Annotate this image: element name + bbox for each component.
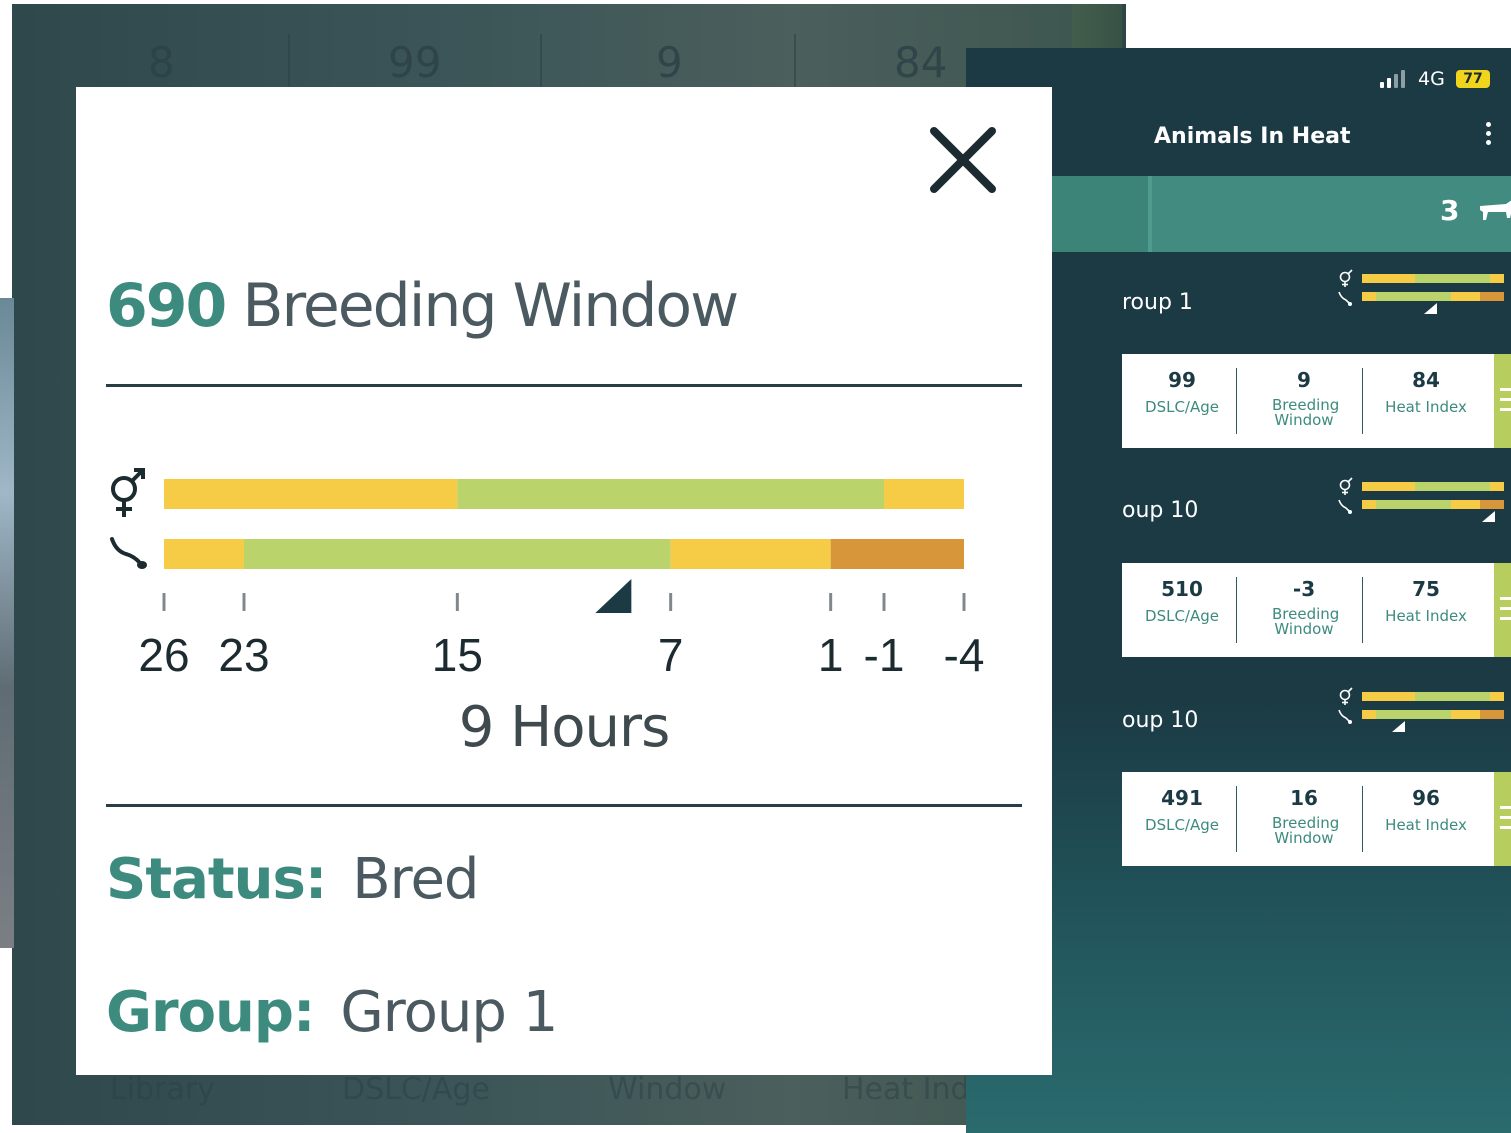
window-segment <box>164 539 244 569</box>
dslc-label: DSLC/Age <box>1145 607 1219 625</box>
background-photo <box>0 298 14 948</box>
network-label: 4G <box>1418 68 1445 90</box>
animal-count: 3 <box>1440 194 1460 227</box>
dslc-column: 491 DSLC/Age <box>1122 772 1242 866</box>
axis-tick-labels: 26 23 15 7 1 -1 -4 <box>138 629 984 681</box>
background-stat: 8 <box>148 38 175 87</box>
window-segment <box>244 539 671 569</box>
female-male-icon <box>1338 687 1353 724</box>
female-window-bar <box>164 479 964 509</box>
background-stat: 99 <box>388 38 442 87</box>
heat-value: 75 <box>1412 577 1440 601</box>
status-key: Status: <box>106 847 327 912</box>
axis-tick-label: 15 <box>432 629 483 681</box>
background-label: Library <box>110 1072 215 1107</box>
app-bar-title: Animals In Heat <box>1154 124 1351 149</box>
heat-value: 96 <box>1412 786 1440 810</box>
status-value: Bred <box>352 847 479 912</box>
heat-label: Heat Index <box>1385 607 1467 625</box>
modal-title-text: Breeding Window <box>242 271 739 341</box>
dslc-value: 99 <box>1168 368 1196 392</box>
dslc-value: 491 <box>1161 786 1203 810</box>
group-line: Group: Group 1 <box>106 980 558 1045</box>
status-line: Status: Bred <box>106 847 479 912</box>
group-key: Group: <box>106 980 315 1045</box>
sperm-icon <box>110 537 147 569</box>
window-label: Breeding Window <box>1272 814 1340 847</box>
heat-column: 75 Heat Index <box>1366 563 1486 657</box>
female-male-icon <box>111 468 145 517</box>
breeding-window-modal: 690 Breeding Window 26 23 15 7 1 -1 -4 9 Hours… <box>76 87 1052 1075</box>
axis-tick-label: 1 <box>818 629 844 681</box>
divider <box>106 384 1022 387</box>
background-stats-row: 8 99 9 84 <box>12 34 1126 104</box>
background-stat: 9 <box>656 38 683 87</box>
group-name: oup 10 <box>1122 498 1199 523</box>
modal-title: 690 Breeding Window <box>106 271 739 341</box>
group-name: roup 1 <box>1122 290 1193 315</box>
dslc-label: DSLC/Age <box>1145 816 1219 834</box>
axis-ticks <box>162 593 966 611</box>
background-stat: 84 <box>894 38 948 87</box>
signal-icon <box>1387 78 1391 88</box>
window-segment <box>670 539 831 569</box>
close-icon[interactable] <box>926 123 1000 197</box>
background-label: DSLC/Age <box>342 1072 490 1107</box>
axis-tick-label: 7 <box>658 629 684 681</box>
group-card[interactable]: 99 DSLC/Age 9 Breeding Window 84 Heat In… <box>1122 354 1494 448</box>
window-value: -3 <box>1292 577 1316 601</box>
group-name: oup 10 <box>1122 708 1199 733</box>
axis-tick-label: -1 <box>864 629 905 681</box>
current-position-marker <box>595 579 632 613</box>
cow-icon <box>1480 200 1511 220</box>
window-column: 16 Breeding Window <box>1244 772 1364 866</box>
dslc-value: 510 <box>1161 577 1203 601</box>
dslc-column: 99 DSLC/Age <box>1122 354 1242 448</box>
window-value: 9 <box>1297 368 1311 392</box>
heat-label: Heat Index <box>1385 398 1467 416</box>
female-male-icon <box>1338 269 1353 306</box>
window-label: Breeding Window <box>1272 396 1340 429</box>
window-segment <box>457 479 884 509</box>
background-label: Window <box>608 1072 727 1107</box>
signal-icon <box>1401 70 1405 88</box>
drag-handle-icon[interactable] <box>1494 772 1511 866</box>
axis-tick-label: 23 <box>218 629 269 681</box>
drag-handle-icon[interactable] <box>1494 354 1511 448</box>
divider <box>106 804 1022 807</box>
battery-icon: 77 <box>1456 70 1490 88</box>
group-value: Group 1 <box>340 980 558 1045</box>
heat-label: Heat Index <box>1385 816 1467 834</box>
dslc-column: 510 DSLC/Age <box>1122 563 1242 657</box>
window-column: 9 Breeding Window <box>1244 354 1364 448</box>
breeding-window-chart: 26 23 15 7 1 -1 -4 <box>110 468 984 681</box>
female-male-icon <box>1338 477 1353 514</box>
heat-value: 84 <box>1412 368 1440 392</box>
window-segment <box>164 479 458 509</box>
heat-column: 84 Heat Index <box>1366 354 1486 448</box>
group-card[interactable]: 510 DSLC/Age -3 Breeding Window 75 Heat … <box>1122 563 1494 657</box>
window-segment <box>884 479 964 509</box>
signal-icon <box>1394 74 1398 88</box>
signal-icon <box>1380 82 1384 88</box>
male-window-bar <box>164 539 964 569</box>
window-column: -3 Breeding Window <box>1244 563 1364 657</box>
hours-label: 9 Hours <box>458 695 671 760</box>
drag-handle-icon[interactable] <box>1494 563 1511 657</box>
group-card[interactable]: 491 DSLC/Age 16 Breeding Window 96 Heat … <box>1122 772 1494 866</box>
window-segment <box>830 539 964 569</box>
window-label: Breeding Window <box>1272 605 1340 638</box>
window-value: 16 <box>1290 786 1318 810</box>
heat-column: 96 Heat Index <box>1366 772 1486 866</box>
axis-tick-label: -4 <box>944 629 985 681</box>
dslc-label: DSLC/Age <box>1145 398 1219 416</box>
axis-tick-label: 26 <box>138 629 189 681</box>
more-vert-icon[interactable] <box>1483 122 1493 156</box>
animal-id: 690 <box>106 271 227 341</box>
